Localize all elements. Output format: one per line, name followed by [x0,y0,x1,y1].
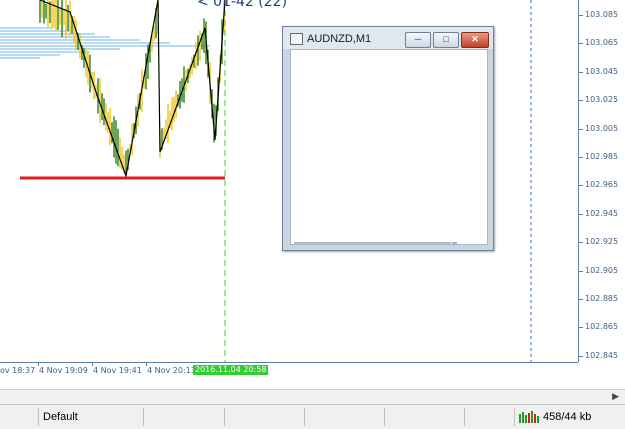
price-label: 102.845 [585,350,619,360]
price-tick [579,355,583,357]
price-tick [579,100,583,102]
connection-status-icon [519,411,539,423]
price-label: 102.985 [585,152,619,161]
price-tick [579,242,583,244]
traffic-counter: 458/44 kb [543,411,592,423]
restore-icon: □ [443,34,449,44]
time-label: 4 Nov 19:41 [93,366,142,375]
price-axis: 103.085 103.065 103.045 103.025 103.005 102.9… [578,0,625,362]
price-tick [579,213,583,215]
status-divider [514,408,515,426]
close-icon: ✕ [471,34,479,44]
minimize-icon: ─ [414,34,422,44]
price-tick [579,71,583,73]
price-tick [579,299,583,300]
window-title: AUDNZD,M1 [307,33,372,45]
price-label: 102.965 [585,180,619,190]
price-label: 103.065 [585,38,619,48]
time-label: 4 Nov 20:13 [147,366,196,375]
status-divider [143,408,144,426]
time-axis: ov 18:37 4 Nov 19:09 4 Nov 19:41 4 Nov 2… [0,362,578,379]
status-divider [38,408,39,426]
price-label: 102.865 [585,322,619,332]
minimize-button[interactable]: ─ [405,32,431,48]
window-titlebar[interactable]: AUDNZD,M1 ─ □ ✕ [283,27,493,49]
price-label: 102.905 [585,265,619,275]
price-label: 103.005 [585,123,619,133]
chart-window-icon [290,33,303,45]
status-divider [464,408,465,426]
window-chart-canvas [294,242,457,244]
scroll-right-icon[interactable]: ▶ [612,391,619,402]
status-divider [224,408,225,426]
close-button[interactable]: ✕ [461,32,489,48]
price-label: 102.945 [585,208,619,218]
price-tick [579,327,583,329]
price-label: 103.025 [585,95,619,105]
status-divider [304,408,305,426]
time-label: 4 Nov 19:09 [39,366,88,375]
price-tick [579,270,583,272]
time-label: ov 18:37 [0,366,36,375]
chart-window-audnzd[interactable]: AUDNZD,M1 ─ □ ✕ [282,26,494,251]
price-tick [579,185,583,187]
status-divider [384,408,385,426]
price-tick [579,157,583,158]
price-label: 103.045 [585,66,619,76]
current-time-marker: 2016.11.04 20:58 [193,365,269,375]
price-bars [39,0,225,175]
price-tick [579,128,583,130]
price-tick [579,15,583,16]
price-label: 102.925 [585,237,619,247]
horizontal-scrollbar[interactable]: ▶ [0,389,625,405]
volume-profile [0,27,210,59]
price-tick [579,43,583,45]
price-label: 103.085 [585,10,619,19]
profile-name: Default [43,411,78,423]
price-label: 102.885 [585,294,619,303]
restore-button[interactable]: □ [433,32,459,48]
window-chart-area[interactable] [290,49,488,245]
trade-level-label: < 01-42 (22) [197,0,288,10]
status-bar: Default 458/44 kb [0,405,625,429]
